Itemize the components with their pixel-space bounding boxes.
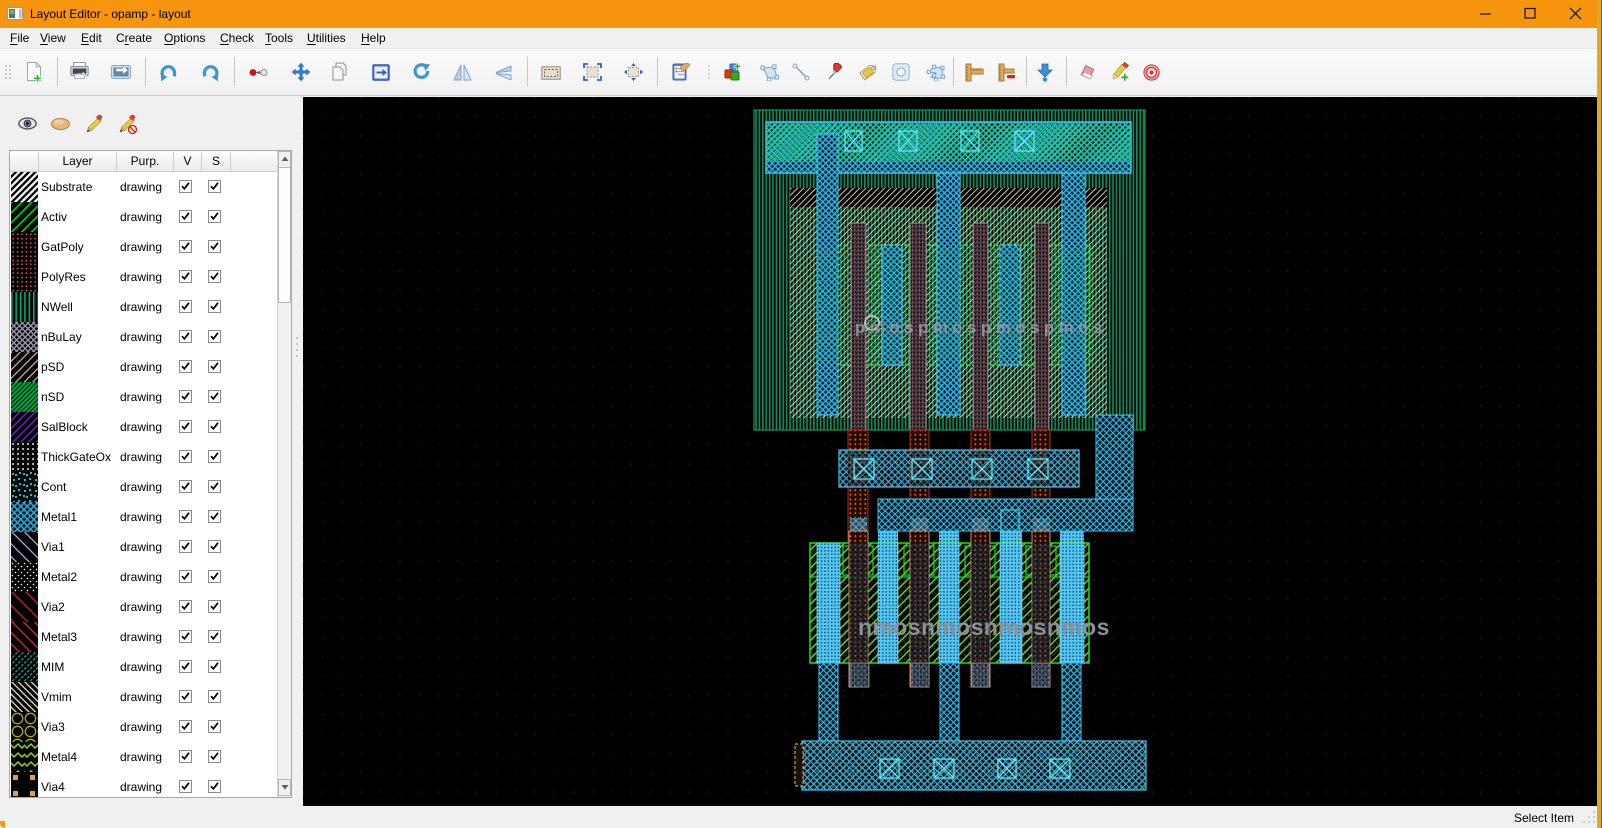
- svg-text:nmosnmosnmosnmos: nmosnmosnmosnmos: [858, 614, 1110, 640]
- svg-text:pmospmospmospmos: pmospmospmospmos: [855, 318, 1107, 337]
